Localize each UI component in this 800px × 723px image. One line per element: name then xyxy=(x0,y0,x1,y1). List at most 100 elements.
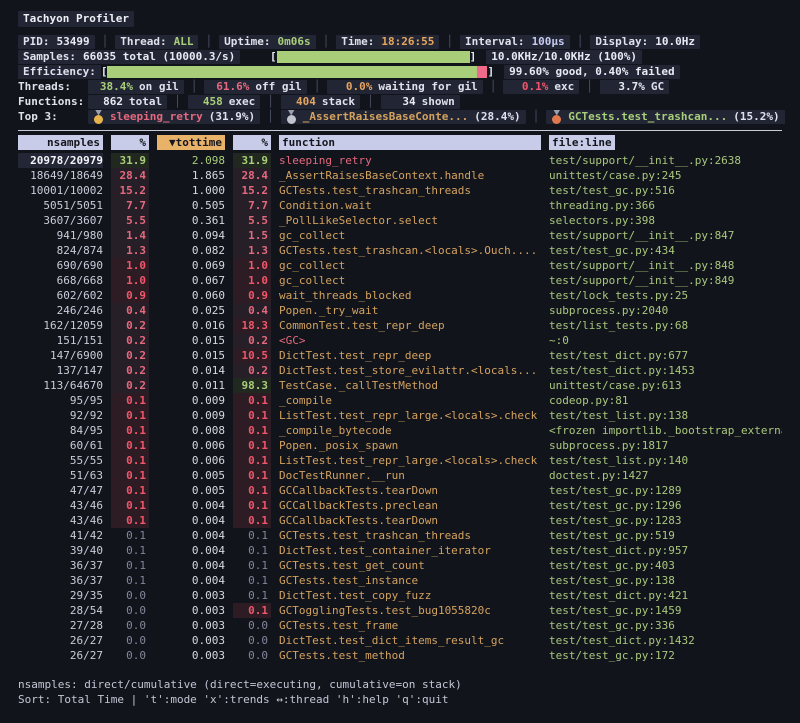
separator-bar: │ xyxy=(174,94,181,109)
top3-item-2: _AssertRaisesBaseConte...(28.4%) xyxy=(281,110,526,124)
column-header-col[interactable]: % xyxy=(111,135,149,150)
table-row[interactable]: 27/280.00.0030.0GCTests.test_frametest/t… xyxy=(18,618,782,633)
table-row[interactable]: 147/69000.20.01510.5DictTest.test_repr_d… xyxy=(18,348,782,363)
cell-cumulative-percent: 1.3 xyxy=(233,243,271,258)
table-row[interactable]: 668/6681.00.0671.0gc_collecttest/support… xyxy=(18,273,782,288)
table-row[interactable]: 690/6901.00.0691.0gc_collecttest/support… xyxy=(18,258,782,273)
top3-share: (31.9%) xyxy=(209,109,255,124)
cell-function: ListTest.test_repr_large.<locals>.check xyxy=(279,453,541,468)
status-label: Display: xyxy=(595,34,648,49)
table-row[interactable]: 28/540.00.0030.1GCTogglingTests.test_bug… xyxy=(18,603,782,618)
table-row[interactable]: 43/460.10.0040.1GCCallbackTests.tearDown… xyxy=(18,513,782,528)
cell-tottime: 0.011 xyxy=(157,378,225,393)
table-row[interactable]: 5051/50517.70.5057.7Condition.waitthread… xyxy=(18,198,782,213)
table-row[interactable]: 162/120590.20.01618.3CommonTest.test_rep… xyxy=(18,318,782,333)
cell-function: GCTests.test_method xyxy=(279,648,541,663)
cell-nsamples: 95/95 xyxy=(18,393,103,408)
cell-cumulative-percent: 10.5 xyxy=(233,348,271,363)
cell-cumulative-percent: 0.1 xyxy=(233,408,271,423)
table-row[interactable]: 20978/2097931.92.09831.9sleeping_retryte… xyxy=(18,153,782,168)
table-row[interactable]: 246/2460.40.0250.4Popen._try_waitsubproc… xyxy=(18,303,782,318)
cell-file-line: test/support/__init__.py:848 xyxy=(549,258,782,273)
cell-cumulative-percent: 0.0 xyxy=(233,648,271,663)
table-row[interactable]: 95/950.10.0090.1_compilecodeop.py:81 xyxy=(18,393,782,408)
column-header-function[interactable]: function xyxy=(279,135,541,150)
cell-tottime: 0.015 xyxy=(157,348,225,363)
cell-function: _AssertRaisesBaseContext.handle xyxy=(279,168,541,183)
column-header-nsamples[interactable]: nsamples xyxy=(18,135,103,150)
table-row[interactable]: 10001/1000215.21.00015.2GCTests.test_tra… xyxy=(18,183,782,198)
table-row[interactable]: 36/370.10.0040.1GCTests.test_instancetes… xyxy=(18,573,782,588)
table-row[interactable]: 60/610.10.0060.1Popen._posix_spawnsubpro… xyxy=(18,438,782,453)
cell-function: Popen._try_wait xyxy=(279,303,541,318)
cell-direct-percent: 0.1 xyxy=(111,483,149,498)
table-row[interactable]: 92/920.10.0090.1ListTest.test_repr_large… xyxy=(18,408,782,423)
functions-stat-exec: 458exec xyxy=(188,95,261,109)
cell-tottime: 0.082 xyxy=(157,243,225,258)
cell-tottime: 0.008 xyxy=(157,423,225,438)
table-row[interactable]: 18649/1864928.41.86528.4_AssertRaisesBas… xyxy=(18,168,782,183)
cell-file-line: test/test_gc.py:519 xyxy=(549,528,782,543)
separator-bar: │ xyxy=(323,34,330,49)
table-row[interactable]: 47/470.10.0050.1GCCallbackTests.tearDown… xyxy=(18,483,782,498)
table-row[interactable]: 602/6020.90.0600.9wait_threads_blockedte… xyxy=(18,288,782,303)
table-row[interactable]: 55/550.10.0060.1ListTest.test_repr_large… xyxy=(18,453,782,468)
table-row[interactable]: 151/1510.20.0150.2<GC>~:0 xyxy=(18,333,782,348)
top3-item-1: sleeping_retry(31.9%) xyxy=(88,110,260,124)
table-row[interactable]: 41/420.10.0040.1GCTests.test_trashcan_th… xyxy=(18,528,782,543)
table-row[interactable]: 51/630.10.0050.1DocTestRunner.__rundocte… xyxy=(18,468,782,483)
cell-file-line: test/lock_tests.py:25 xyxy=(549,288,782,303)
functions-stat-value: 34 xyxy=(386,94,416,109)
cell-nsamples: 27/28 xyxy=(18,618,103,633)
table-row[interactable]: 941/9801.40.0941.5gc_collecttest/support… xyxy=(18,228,782,243)
cell-direct-percent: 0.2 xyxy=(111,378,149,393)
separator-bar: │ xyxy=(577,34,584,49)
table-row[interactable]: 824/8741.30.0821.3GCTests.test_trashcan.… xyxy=(18,243,782,258)
cell-tottime: 0.006 xyxy=(157,453,225,468)
table-row[interactable]: 36/370.10.0040.1GCTests.test_get_countte… xyxy=(18,558,782,573)
table-row[interactable]: 43/460.10.0040.1GCCallbackTests.preclean… xyxy=(18,498,782,513)
cell-direct-percent: 0.9 xyxy=(111,288,149,303)
threads-label: Threads: xyxy=(18,79,88,94)
table-row[interactable]: 29/350.00.0030.1DictTest.test_copy_fuzzt… xyxy=(18,588,782,603)
cell-direct-percent: 0.1 xyxy=(111,438,149,453)
table-row[interactable]: 26/270.00.0030.0DictTest.test_dict_items… xyxy=(18,633,782,648)
cell-cumulative-percent: 1.0 xyxy=(233,273,271,288)
cell-file-line: test/test_list.py:138 xyxy=(549,408,782,423)
cell-tottime: 0.014 xyxy=(157,363,225,378)
column-header-tottime[interactable]: ▼tottime xyxy=(157,135,225,150)
cell-function: GCTests.test_trashcan_threads xyxy=(279,528,541,543)
cell-nsamples: 941/980 xyxy=(18,228,103,243)
status-label: Time: xyxy=(341,34,374,49)
table-row[interactable]: 137/1470.20.0140.2DictTest.test_store_ev… xyxy=(18,363,782,378)
cell-direct-percent: 0.1 xyxy=(111,468,149,483)
samples-rate: 10.0KHz/10.0KHz (100%) xyxy=(486,50,642,64)
legend-nsamples: nsamples: direct/cumulative (direct=exec… xyxy=(18,677,782,692)
cell-direct-percent: 0.0 xyxy=(111,618,149,633)
cell-function: GCTests.test_trashcan_threads xyxy=(279,183,541,198)
table-row[interactable]: 26/270.00.0030.0GCTests.test_methodtest/… xyxy=(18,648,782,663)
column-header-col[interactable]: % xyxy=(233,135,271,150)
cell-file-line: test/test_dict.py:677 xyxy=(549,348,782,363)
threads-stat-text: on gil xyxy=(139,79,179,94)
table-row[interactable]: 3607/36075.50.3615.5_PollLikeSelector.se… xyxy=(18,213,782,228)
title-row: Tachyon Profiler xyxy=(18,10,782,28)
cell-direct-percent: 31.9 xyxy=(111,153,149,168)
table-row[interactable]: 39/400.10.0040.1DictTest.test_container_… xyxy=(18,543,782,558)
cell-nsamples: 20978/20979 xyxy=(18,153,103,168)
threads-stat-text: waiting for gil xyxy=(378,79,477,94)
status-uptime: Uptime:0m06s xyxy=(219,35,315,49)
cell-tottime: 0.060 xyxy=(157,288,225,303)
table-row[interactable]: 113/646700.20.01198.3TestCase._callTestM… xyxy=(18,378,782,393)
status-bar: PID:53499│Thread:ALL│Uptime:0m06s│Time:1… xyxy=(18,34,782,49)
cell-tottime: 0.003 xyxy=(157,648,225,663)
cell-nsamples: 690/690 xyxy=(18,258,103,273)
table-row[interactable]: 84/950.10.0080.1_compile_bytecode<frozen… xyxy=(18,423,782,438)
separator-bar: │ xyxy=(102,34,109,49)
column-header-file-line[interactable]: file:line xyxy=(549,135,782,150)
samples-value: 66035 total (10000.3/s) xyxy=(83,49,235,64)
cell-function: <GC> xyxy=(279,333,541,348)
threads-stat-value: 61.6% xyxy=(209,79,249,94)
cell-file-line: ~:0 xyxy=(549,333,782,348)
cell-tottime: 0.003 xyxy=(157,633,225,648)
